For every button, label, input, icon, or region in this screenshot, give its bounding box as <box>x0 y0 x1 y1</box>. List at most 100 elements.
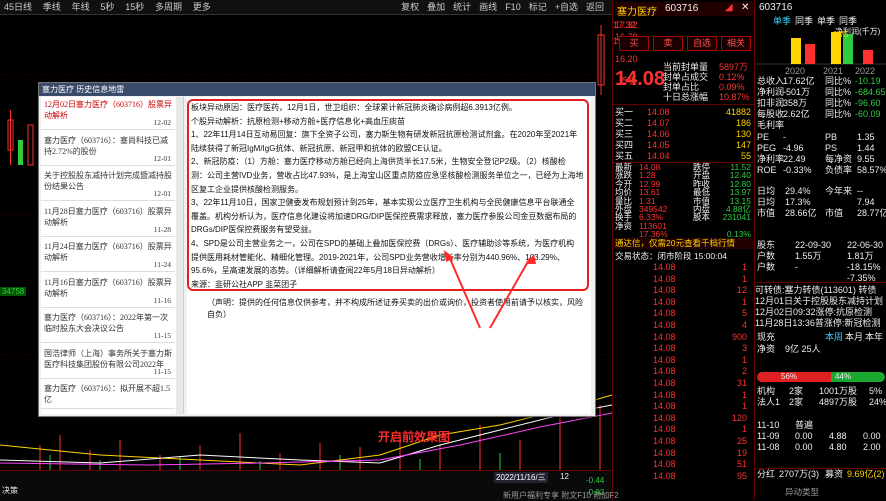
list-item[interactable]: 11月16日塞力医疗（603716）股票异动解析 11-16 <box>41 275 175 308</box>
detail-line: 1、22年11月14日互动易回复：旗下全资子公司，塞力斯生物有研发新冠抗原检测试… <box>191 130 578 140</box>
tab-flow-week[interactable]: 本周 <box>825 330 843 343</box>
list-item[interactable]: 关于控股股东减持计划完成暨减持股份结果公告 12-01 <box>41 168 175 201</box>
toolbar-item[interactable]: 5秒 <box>96 0 118 14</box>
fin-cell: 净利润 <box>757 87 785 97</box>
fin-cell: -60.09 <box>855 109 881 119</box>
val-cell: 每净资 <box>825 154 853 164</box>
tick-row: 14.08 1 <box>613 390 755 401</box>
tick-price: 14.08 <box>653 262 676 272</box>
news-item[interactable]: 可转债:塞力转债(113601) 转债 <box>755 285 886 296</box>
fin-row: 总收入 17.62亿 同比% -10.19 <box>755 76 886 87</box>
list-item[interactable]: 12月02日塞力医疗（603716）股票异动解析 12-02 <box>41 97 175 130</box>
share-row: 市值 28.66亿 市值 28.77亿 <box>755 208 886 219</box>
first-board-tag: 首板 <box>619 76 638 86</box>
toolbar-item[interactable]: 季线 <box>39 0 65 14</box>
tick-row: 14.08 3 <box>613 343 755 354</box>
val-cell: 58.57% <box>857 165 886 175</box>
tab-flow-month[interactable]: 本月 <box>845 330 863 343</box>
toolbar-right-item[interactable]: +自选 <box>551 0 582 14</box>
list-item[interactable]: 塞力医疗（603716）：2022年第一次临时股东大会决议公告 11-15 <box>41 310 175 343</box>
toolbar-right-item[interactable]: 标记 <box>525 0 551 14</box>
toolbar-right-item[interactable]: F10 <box>501 0 525 14</box>
toolbar-right-item[interactable]: 画线 <box>475 0 501 14</box>
flag-icon[interactable]: ◢ <box>725 2 733 13</box>
orderbook-label: 买二 <box>615 118 634 128</box>
toolbar-right-item[interactable]: 复权 <box>397 0 423 14</box>
tab-single-quarter[interactable]: 单季 <box>773 14 791 27</box>
tick-volume: 3 <box>741 343 747 354</box>
val-cell: -4.96 <box>783 143 804 153</box>
toolbar-item[interactable]: 年线 <box>68 0 94 14</box>
orderbook-volume: 55 <box>740 151 751 161</box>
val-cell: -0.33% <box>783 165 812 175</box>
sell-button[interactable]: 卖 <box>653 36 683 51</box>
tab-same-quarter[interactable]: 同季 <box>795 14 813 27</box>
tick-volume: 120 <box>731 412 747 423</box>
list-item-date: 12-02 <box>153 118 172 127</box>
tick-price: 14.08 <box>653 308 676 319</box>
news-item[interactable]: 12月02日09:32涨停:抗原检测 <box>755 307 886 318</box>
holders-cell: 1.55万 <box>795 251 822 261</box>
toolbar-item[interactable]: 更多 <box>189 0 215 14</box>
detail-line: 个股异动解析：抗原检测+移动方舱+医疗信息化+高血压痰苗 <box>191 116 406 126</box>
tick-price: 14.08 <box>653 447 676 458</box>
quote-panel: 17.32 16.78 塞力医疗 603716 ◢ ✕ 17.32 16.78 … <box>503 0 757 500</box>
tick-price: 14.08 <box>653 424 676 435</box>
add-watchlist-button[interactable]: 自选 <box>687 36 717 51</box>
tick-price: 14.08 <box>653 296 676 307</box>
list-item-date: 12-01 <box>153 189 172 198</box>
news-item[interactable]: 12月01日关于控股股东减持计划 <box>755 296 886 307</box>
tick-row: 14.08 1 <box>613 297 755 308</box>
tick-row: 14.08 5 <box>613 308 755 319</box>
val-cell: PEG <box>757 143 777 153</box>
dialog-title[interactable]: 塞力医疗 历史信息地雷 <box>39 83 595 96</box>
buy-button[interactable]: 买 <box>619 36 649 51</box>
list-scrollbar[interactable] <box>176 97 183 414</box>
tick-row: 14.08 31 <box>613 378 755 389</box>
tick-price: 14.08 <box>653 320 676 330</box>
fin-cell: 同比% <box>825 87 852 97</box>
share-cell: 日均 <box>757 186 776 196</box>
share-cell: 28.66亿 <box>785 208 817 218</box>
news-list: 可转债:塞力转债(113601) 转债 12月01日关于控股股东减持计划 12月02… <box>755 282 886 328</box>
holders-row: 股东 22-09-30 22-06-30 <box>755 240 886 251</box>
tick-row: 14.08 12 <box>613 285 755 296</box>
dates-cell: 0.00 <box>795 431 813 441</box>
val-cell: PS <box>825 143 838 153</box>
holders-cell: 户数 <box>757 251 776 261</box>
tick-volume: 25 <box>736 436 747 446</box>
list-item[interactable]: 11月28日塞力医疗（603716）股票异动解析 11-28 <box>41 204 175 237</box>
toolbar-right-item[interactable]: 返回 <box>582 0 608 14</box>
list-item[interactable]: 11月24日塞力医疗（603716）股票异动解析 11-24 <box>41 239 175 272</box>
abnormal-type-tab[interactable]: 异动类型 <box>785 486 819 498</box>
promo-notice[interactable]: 通达信，仅需20元查看千档行情 <box>613 238 757 249</box>
news-item[interactable]: 11月28日13:36普涨停:新冠检测 <box>755 318 886 329</box>
fin-cell: -684.65 <box>855 87 886 97</box>
toolbar-item[interactable]: 15秒 <box>121 0 148 14</box>
list-item[interactable]: 塞力医疗（603716）：拟开展不超1.5亿 <box>41 381 175 409</box>
related-button[interactable]: 相关 <box>721 36 751 51</box>
inst-row: 机构 2家 1001万股 5% <box>755 386 886 397</box>
tick-row: 14.08 51 <box>613 459 755 470</box>
bar-2022 <box>863 50 873 64</box>
tab-single-quarter-2[interactable]: 单季 <box>817 14 835 27</box>
toolbar-right-item[interactable]: 叠加 <box>423 0 449 14</box>
inst-cell: 24% <box>869 397 886 407</box>
tick-volume: 4 <box>741 320 747 330</box>
close-icon[interactable]: ✕ <box>741 2 749 13</box>
toolbar-item[interactable]: 45日线 <box>0 0 36 14</box>
bar-2020 <box>791 38 801 64</box>
footer-link[interactable]: 新用户福利专享 附文F10 附加F2 <box>503 490 619 501</box>
list-item[interactable]: 国浩律师（上海）事务所关于塞力斯医疗科技集团股份有限公司2022年 11-15 <box>41 346 175 379</box>
list-item[interactable]: 塞力医疗（603716）：塞尚科技已减持2.72%的股份 12-01 <box>41 133 175 166</box>
detail-line: DRGs/DIP医保控费服务有望受益。 <box>191 225 317 235</box>
inst-cell: 1001万股 <box>819 386 858 396</box>
val-cell: - <box>783 132 786 142</box>
val-cell: 负债率 <box>825 165 853 175</box>
buy-ratio-value: 56% <box>781 372 798 381</box>
toolbar-right-item[interactable]: 统计 <box>449 0 475 14</box>
tab-flow-year[interactable]: 本年 <box>865 330 883 343</box>
tab-flow-now[interactable]: 现充 <box>757 330 775 343</box>
toolbar-item[interactable]: 多周期 <box>151 0 186 14</box>
detail-line: 2、新冠防疫：（1）方舱：塞力医疗移动方舱已经向上海供货半长17.5米，生物安全… <box>191 157 566 167</box>
